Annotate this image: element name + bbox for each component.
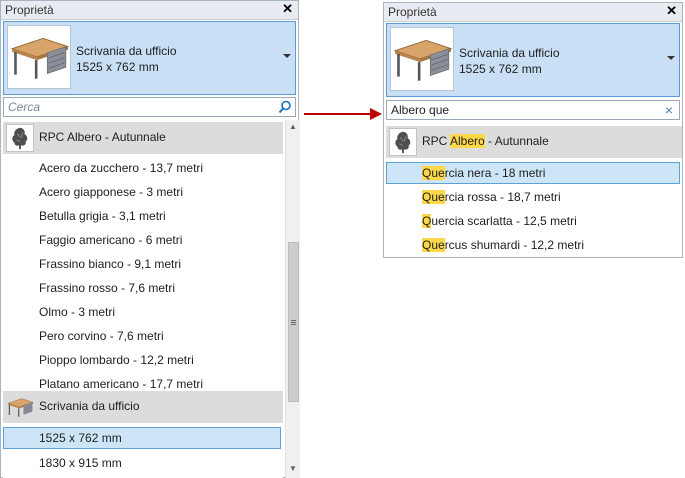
search-highlight: Que — [422, 238, 445, 252]
search-icon[interactable] — [278, 100, 292, 114]
list-item[interactable]: Pero corvino - 7,6 metri — [3, 325, 283, 347]
result-item[interactable]: Quercia rossa - 18,7 metri — [386, 186, 680, 208]
search-results: RPC Albero - Autunnale Quercia nera - 18… — [386, 124, 682, 257]
type-list: RPC Albero - Autunnale Acero da zucchero… — [3, 120, 283, 478]
clear-search-icon[interactable]: × — [665, 102, 673, 118]
list-item[interactable]: 1830 x 915 mm — [3, 452, 281, 474]
desk-icon — [390, 27, 454, 91]
result-item[interactable]: Quercus shumardi - 12,2 metri — [386, 234, 680, 256]
result-item[interactable]: Quercia scarlatta - 12,5 metri — [386, 210, 680, 232]
list-item[interactable]: 1525 x 762 mm — [3, 427, 281, 449]
group-header-rpc-albero: RPC Albero - Autunnale — [3, 122, 283, 154]
search-input[interactable] — [387, 101, 661, 119]
group-header-rpc-albero: RPC Albero - Autunnale — [386, 126, 682, 158]
scroll-down-arrow-icon[interactable]: ▼ — [286, 462, 300, 476]
group-label: Scrivania da ufficio — [39, 399, 140, 413]
search-box — [3, 97, 296, 117]
group-label: RPC Albero - Autunnale — [422, 134, 549, 148]
close-icon[interactable]: ✕ — [666, 3, 677, 19]
list-item[interactable]: Betulla grigia - 3,1 metri — [3, 205, 283, 227]
result-item-label: rcia rossa - 18,7 metri — [444, 190, 561, 204]
list-item[interactable]: Olmo - 3 metri — [3, 301, 283, 323]
desk-icon — [7, 25, 71, 89]
panel-titlebar: Proprietà ✕ — [384, 3, 682, 22]
vertical-scrollbar[interactable]: ▲ ▼ — [285, 120, 300, 478]
list-item[interactable]: Faggio americano - 6 metri — [3, 229, 283, 251]
tree-icon — [6, 124, 34, 152]
list-item[interactable]: Pioppo lombardo - 12,2 metri — [3, 349, 283, 371]
search-highlight: Que — [422, 190, 445, 204]
type-selector[interactable]: Scrivania da ufficio 1525 x 762 mm — [3, 21, 296, 95]
panel-titlebar: Proprietà ✕ — [1, 1, 298, 20]
scrollbar-thumb[interactable] — [288, 242, 299, 402]
search-box: × — [386, 100, 680, 120]
type-size: 1525 x 762 mm — [459, 62, 542, 76]
list-item[interactable]: Frassino bianco - 9,1 metri — [3, 253, 283, 275]
type-name: Scrivania da ufficio — [459, 46, 560, 60]
list-item[interactable]: Acero giapponese - 3 metri — [3, 181, 283, 203]
type-name-block: Scrivania da ufficio 1525 x 762 mm — [459, 45, 560, 77]
close-icon[interactable]: ✕ — [282, 1, 293, 17]
arrow-right-icon — [304, 108, 382, 120]
type-selector[interactable]: Scrivania da ufficio 1525 x 762 mm — [386, 23, 680, 97]
desk-icon — [6, 393, 34, 421]
result-item-label: rcus shumardi - 12,2 metri — [444, 238, 585, 252]
properties-panel-left: Proprietà ✕ Scrivania da ufficio 1525 x … — [0, 0, 300, 478]
type-name: Scrivania da ufficio — [76, 44, 177, 58]
group-label: RPC Albero - Autunnale — [39, 130, 166, 144]
result-item[interactable]: Quercia nera - 18 metri — [386, 162, 680, 184]
search-highlight: Q — [422, 214, 432, 228]
panel-title: Proprietà — [5, 3, 54, 17]
type-size: 1525 x 762 mm — [76, 60, 159, 74]
panel-title: Proprietà — [388, 5, 437, 19]
chevron-down-icon[interactable] — [283, 54, 291, 58]
tree-icon — [389, 128, 417, 156]
chevron-down-icon[interactable] — [667, 56, 675, 60]
group-header-scrivania: Scrivania da ufficio — [3, 391, 283, 423]
type-name-block: Scrivania da ufficio 1525 x 762 mm — [76, 43, 177, 75]
search-input[interactable] — [4, 98, 277, 116]
result-item-label: uercia scarlatta - 12,5 metri — [431, 214, 577, 228]
search-highlight: Albero — [450, 134, 485, 148]
list-item[interactable]: Frassino rosso - 7,6 metri — [3, 277, 283, 299]
result-item-label: rcia nera - 18 metri — [444, 166, 546, 180]
list-item[interactable]: Acero da zucchero - 13,7 metri — [3, 157, 283, 179]
properties-panel-right: Proprietà ✕ Scrivania da ufficio 1525 x … — [383, 2, 683, 258]
search-highlight: Que — [422, 166, 445, 180]
scroll-up-arrow-icon[interactable]: ▲ — [286, 120, 300, 134]
